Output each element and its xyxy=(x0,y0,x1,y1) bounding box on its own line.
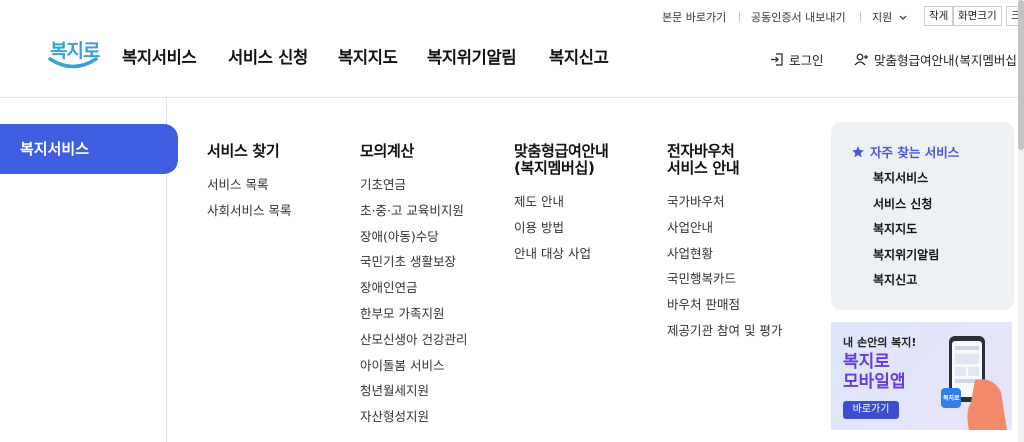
menu-link[interactable]: 바우처 판매점 xyxy=(667,297,782,323)
screen-size-label: 화면크기 xyxy=(953,6,1002,26)
logo-smile-icon xyxy=(48,57,98,69)
cert-export-link[interactable]: 공동인증서 내보내기 xyxy=(751,9,846,25)
site-logo[interactable]: 복지로 xyxy=(46,34,102,78)
gnb-crisis-alert[interactable]: 복지위기알림 xyxy=(427,44,517,68)
star-icon xyxy=(852,145,864,157)
menu-link[interactable]: 이용 방법 xyxy=(514,220,609,246)
membership-button[interactable]: 맞춤형급여안내(복지멤버십 xyxy=(854,50,1017,69)
menu-link[interactable]: 서비스 목록 xyxy=(207,177,291,203)
column-title-line1: 맞춤형급여안내 xyxy=(514,142,609,160)
menu-column-membership: 맞춤형급여안내 (복지멤버십) 제도 안내 이용 방법 안내 대상 사업 xyxy=(514,143,609,271)
menu-column-simulation: 모의계산 기초연금 초·중·고 교육비지원 장애(아동)수당 국민기초 생활보장… xyxy=(360,143,467,435)
gnb-welfare-service[interactable]: 복지서비스 xyxy=(122,44,197,68)
frequent-service-link[interactable]: 복지지도 xyxy=(873,220,939,246)
banner-subtitle: 내 손안의 복지! xyxy=(843,336,917,349)
menu-link[interactable]: 한부모 가족지원 xyxy=(360,306,467,332)
menu-link[interactable]: 사회서비스 목록 xyxy=(207,203,291,229)
menu-link[interactable]: 국민기초 생활보장 xyxy=(360,254,467,280)
gnb-welfare-report[interactable]: 복지신고 xyxy=(549,44,609,68)
divider xyxy=(739,12,740,22)
mobile-app-banner[interactable]: 내 손안의 복지! 복지로 모바일앱 바로가기 복지로 xyxy=(831,322,1012,430)
gnb-welfare-map[interactable]: 복지지도 xyxy=(338,44,398,68)
column-list: 기초연금 초·중·고 교육비지원 장애(아동)수당 국민기초 생활보장 장애인연… xyxy=(360,177,467,435)
column-title-line2: (복지멤버십) xyxy=(514,159,595,177)
menu-link[interactable]: 기초연금 xyxy=(360,177,467,203)
column-list: 국가바우처 사업안내 사업현황 국민행복카드 바우처 판매점 제공기관 참여 및… xyxy=(667,194,782,349)
skip-to-content-link[interactable]: 본문 바로가기 xyxy=(662,9,726,25)
frequent-service-link[interactable]: 복지서비스 xyxy=(873,169,939,195)
frequent-services-box: 자주 찾는 서비스 복지서비스 서비스 신청 복지지도 복지위기알림 복지신고 xyxy=(831,122,1014,310)
banner-title-line1: 복지로 xyxy=(843,352,890,372)
divider xyxy=(860,12,861,22)
menu-column-voucher: 전자바우처 서비스 안내 국가바우처 사업안내 사업현황 국민행복카드 바우처 … xyxy=(667,143,782,349)
menu-link[interactable]: 제도 안내 xyxy=(514,194,609,220)
menu-link[interactable]: 국가바우처 xyxy=(667,194,782,220)
frequent-services-list: 복지서비스 서비스 신청 복지지도 복지위기알림 복지신고 xyxy=(873,169,939,297)
login-button[interactable]: 로그인 xyxy=(770,50,824,69)
menu-link[interactable]: 초·중·고 교육비지원 xyxy=(360,203,467,229)
user-plus-icon xyxy=(854,53,868,66)
frequent-service-link[interactable]: 서비스 신청 xyxy=(873,195,939,221)
frequent-service-link[interactable]: 복지위기알림 xyxy=(873,246,939,272)
column-list: 제도 안내 이용 방법 안내 대상 사업 xyxy=(514,194,609,271)
menu-link[interactable]: 사업현황 xyxy=(667,246,782,272)
utility-bar: 본문 바로가기 공동인증서 내보내기 지원 작게 화면크기 크 xyxy=(0,0,1024,34)
menu-column-service-find: 서비스 찾기 서비스 목록 사회서비스 목록 xyxy=(207,143,291,229)
frequent-service-link[interactable]: 복지신고 xyxy=(873,271,939,297)
support-dropdown[interactable]: 지원 xyxy=(872,9,907,25)
menu-link[interactable]: 자산형성지원 xyxy=(360,409,467,435)
column-title-line1: 전자바우처 xyxy=(667,142,735,160)
menu-link[interactable]: 장애(아동)수당 xyxy=(360,229,467,255)
font-small-button[interactable]: 작게 xyxy=(924,6,954,26)
banner-title: 복지로 모바일앱 xyxy=(843,352,906,392)
menu-link[interactable]: 사업안내 xyxy=(667,220,782,246)
login-icon xyxy=(771,53,783,66)
phone-hand-illustration xyxy=(941,336,1007,430)
column-title-line2: 서비스 안내 xyxy=(667,159,740,177)
banner-go-button[interactable]: 바로가기 xyxy=(843,401,899,419)
scrollbar-thumb[interactable] xyxy=(1018,0,1024,150)
app-logo-text: 복지로 xyxy=(943,395,960,402)
gnb-service-apply[interactable]: 서비스 신청 xyxy=(228,44,308,68)
menu-link[interactable]: 아이돌봄 서비스 xyxy=(360,358,467,384)
column-title: 모의계산 xyxy=(360,142,415,160)
membership-label: 맞춤형급여안내(복지멤버십 xyxy=(874,53,1017,68)
frequent-services-title: 자주 찾는 서비스 xyxy=(851,142,959,161)
frequent-services-label: 자주 찾는 서비스 xyxy=(870,145,960,160)
banner-title-line2: 모바일앱 xyxy=(843,372,906,392)
column-list: 서비스 목록 사회서비스 목록 xyxy=(207,177,291,229)
menu-link[interactable]: 안내 대상 사업 xyxy=(514,246,609,272)
active-menu-welfare-service[interactable]: 복지서비스 xyxy=(0,124,178,174)
support-label: 지원 xyxy=(872,11,893,24)
menu-link[interactable]: 산모신생아 건강관리 xyxy=(360,332,467,358)
menu-link[interactable]: 국민행복카드 xyxy=(667,271,782,297)
menu-link[interactable]: 장애인연금 xyxy=(360,280,467,306)
menu-link[interactable]: 제공기관 참여 및 평가 xyxy=(667,323,782,349)
site-header: 복지로 복지서비스 서비스 신청 복지지도 복지위기알림 복지신고 로그인 맞춤… xyxy=(0,34,1024,98)
page-scrollbar[interactable] xyxy=(1018,0,1024,442)
login-label: 로그인 xyxy=(789,53,824,68)
menu-link[interactable]: 청년월세지원 xyxy=(360,383,467,409)
chevron-down-icon xyxy=(899,15,907,20)
column-title: 서비스 찾기 xyxy=(207,142,280,160)
